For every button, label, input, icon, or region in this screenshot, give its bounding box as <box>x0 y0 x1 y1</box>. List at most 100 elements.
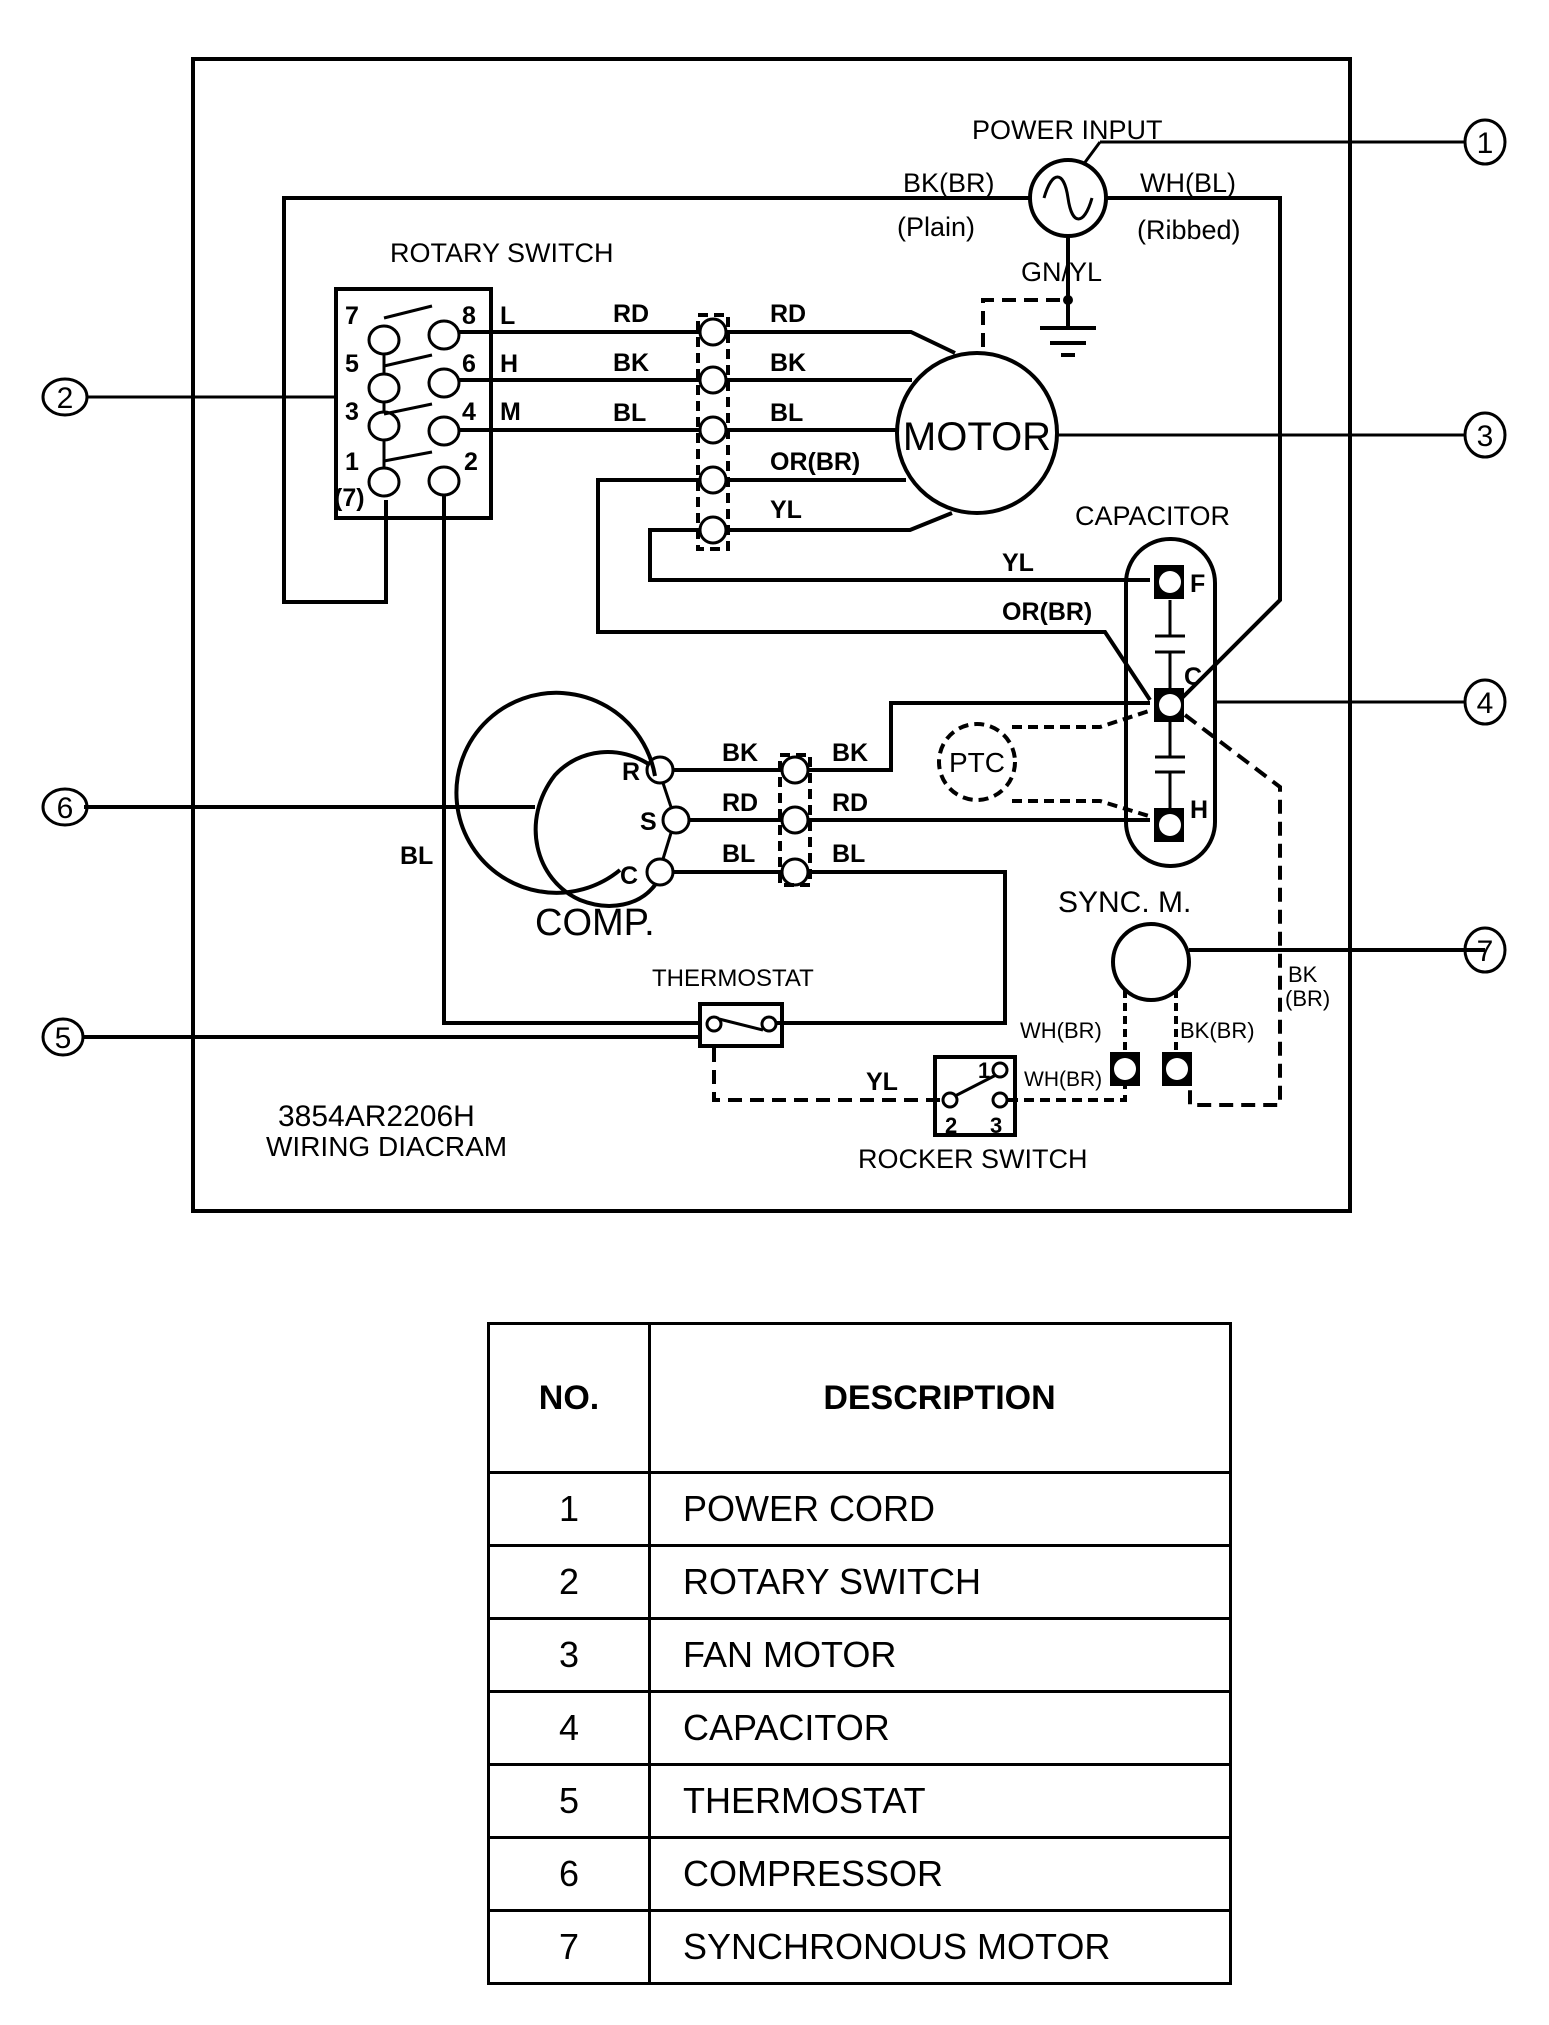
speed-medium: M <box>500 398 521 426</box>
wire-label-ground: GN/YL <box>1021 257 1102 287</box>
header-description: DESCRIPTION <box>648 1322 1232 1474</box>
callout-1: 1 <box>1463 118 1507 166</box>
wire-label-rd-comp-left: RD <box>722 789 758 817</box>
legend-no: 5 <box>487 1763 651 1839</box>
capacitor: CAPACITOR YL OR(BR) F C H <box>1002 501 1282 1107</box>
wire-label-rd-comp-right: RD <box>832 789 868 817</box>
wire-label-wh-rocker: WH(BR) <box>1024 1068 1102 1091</box>
legend-no: 1 <box>487 1471 651 1547</box>
wire-label-line: BK(BR) <box>903 168 995 198</box>
wire-label-rd-right: RD <box>770 300 806 328</box>
legend-desc: ROTARY SWITCH <box>648 1544 1232 1620</box>
comp-terminal-c: C <box>620 862 638 890</box>
wire-label-or-cap: OR(BR) <box>1002 598 1092 626</box>
header-no: NO. <box>487 1322 651 1474</box>
wire-label-bl-comp-left: BL <box>722 840 755 868</box>
callout-2-number: 2 <box>57 382 74 415</box>
rocker-terminal-2: 2 <box>945 1113 957 1138</box>
model-number: 3854AR2206H <box>278 1100 475 1133</box>
legend-desc: POWER CORD <box>648 1471 1232 1547</box>
legend-header-row: NO. DESCRIPTION <box>487 1322 1232 1474</box>
legend-row: 7 SYNCHRONOUS MOTOR <box>487 1909 1232 1985</box>
callout-5-number: 5 <box>55 1022 72 1055</box>
rotary-switch-label: ROTARY SWITCH <box>390 238 614 268</box>
sync-motor-label: SYNC. M. <box>1058 886 1191 919</box>
compressor: R S C COMP. BK RD BL BK RD BL <box>84 690 1150 1025</box>
wire-label-or-right: OR(BR) <box>770 448 860 476</box>
cap-terminal-h: H <box>1190 796 1208 824</box>
legend-no: 4 <box>487 1690 651 1766</box>
callout-6-number: 6 <box>57 792 74 825</box>
rocker-terminal-3: 3 <box>990 1113 1002 1138</box>
capacitor-label: CAPACITOR <box>1075 501 1230 531</box>
legend-no: 3 <box>487 1617 651 1693</box>
callout-2: 2 <box>41 377 89 417</box>
callout-6: 6 <box>41 787 89 827</box>
legend-desc: FAN MOTOR <box>648 1617 1232 1693</box>
callout-3: 3 <box>1463 411 1507 459</box>
rotary-terminal-5: 5 <box>345 350 359 378</box>
wire-note-plain: (Plain) <box>897 212 975 242</box>
legend-desc: THERMOSTAT <box>648 1763 1232 1839</box>
comp-terminal-r: R <box>622 758 640 786</box>
callout-5: 5 <box>41 1017 85 1057</box>
legend-row: 4 CAPACITOR <box>487 1690 1232 1766</box>
wire-label-bl-right: BL <box>770 399 803 427</box>
wire-label-bl-left: BL <box>613 399 646 427</box>
wire-label-bk-comp-left: BK <box>722 739 758 767</box>
rotary-terminal-4: 4 <box>462 398 476 426</box>
legend-row: 1 POWER CORD <box>487 1471 1232 1547</box>
ground-icon <box>1040 326 1096 357</box>
wire-label-bk-dashed: BK <box>1288 962 1318 987</box>
sync-motor: SYNC. M. WH(BR) BK(BR) BK (BR) <box>1020 886 1485 1086</box>
rotary-terminal-7: 7 <box>345 302 359 330</box>
motor-label: MOTOR <box>903 415 1051 459</box>
wire-label-yl-rocker: YL <box>866 1068 898 1096</box>
rocker-switch-label: ROCKER SWITCH <box>858 1144 1088 1174</box>
rocker-terminal-1: 1 <box>978 1058 990 1083</box>
parts-legend-table: NO. DESCRIPTION 1 POWER CORD 2 ROTARY SW… <box>487 1322 1232 1985</box>
wire-label-rd-left: RD <box>613 300 649 328</box>
wire-note-ribbed: (Ribbed) <box>1137 215 1241 245</box>
speed-high: H <box>500 350 518 378</box>
wire-label-bk-sync: BK(BR) <box>1180 1018 1255 1043</box>
wire-label-bl-thermostat: BL <box>400 842 433 870</box>
wire-label-bk-comp-right: BK <box>832 739 868 767</box>
legend-desc: CAPACITOR <box>648 1690 1232 1766</box>
cap-terminal-c: C <box>1184 663 1202 691</box>
rotary-terminal-8: 8 <box>462 302 476 330</box>
rotary-terminal-6: 6 <box>462 350 476 378</box>
wiring-diagram: POWER INPUT BK(BR) (Plain) WH(BL) (Ribbe… <box>41 57 1507 1213</box>
motor-terminal-block: RD BK BL RD BK BL OR(BR) YL <box>459 300 1152 702</box>
rotary-terminal-2: 2 <box>464 448 478 476</box>
fan-motor: MOTOR <box>895 351 1059 515</box>
rotary-terminal-7b: (7) <box>334 484 365 512</box>
wire-label-wh-sync: WH(BR) <box>1020 1018 1102 1043</box>
legend-desc: SYNCHRONOUS MOTOR <box>648 1909 1232 1985</box>
legend-no: 2 <box>487 1544 651 1620</box>
ptc: PTC <box>937 708 1153 819</box>
diagram-title: WIRING DIACRAM <box>266 1131 507 1162</box>
callouts: 1 2 3 4 5 6 7 <box>41 118 1507 1057</box>
compressor-label: COMP. <box>535 902 655 944</box>
rocker-switch: 1 2 3 YL WH(BR) ROCKER SWITCH <box>858 1055 1127 1174</box>
cap-terminal-f: F <box>1190 570 1205 598</box>
thermostat: THERMOSTAT <box>84 965 940 1102</box>
legend-row: 2 ROTARY SWITCH <box>487 1544 1232 1620</box>
wire-label-yl-cap: YL <box>1002 549 1034 577</box>
rotary-terminal-3: 3 <box>345 398 359 426</box>
legend-row: 3 FAN MOTOR <box>487 1617 1232 1693</box>
callout-4: 4 <box>1463 678 1507 726</box>
thermostat-label: THERMOSTAT <box>652 965 814 992</box>
wire-label-bl-comp-right: BL <box>832 840 865 868</box>
callout-7-number: 7 <box>1477 935 1494 968</box>
speed-low: L <box>500 302 515 330</box>
wire-label-yl-right: YL <box>770 496 802 524</box>
comp-terminal-s: S <box>640 808 657 836</box>
callout-4-number: 4 <box>1477 687 1494 720</box>
wire-label-bk-left: BK <box>613 349 649 377</box>
wire-label-br-dashed: (BR) <box>1285 986 1330 1011</box>
callout-3-number: 3 <box>1477 420 1494 453</box>
wire-label-neutral: WH(BL) <box>1140 168 1236 198</box>
ptc-label: PTC <box>949 747 1005 778</box>
